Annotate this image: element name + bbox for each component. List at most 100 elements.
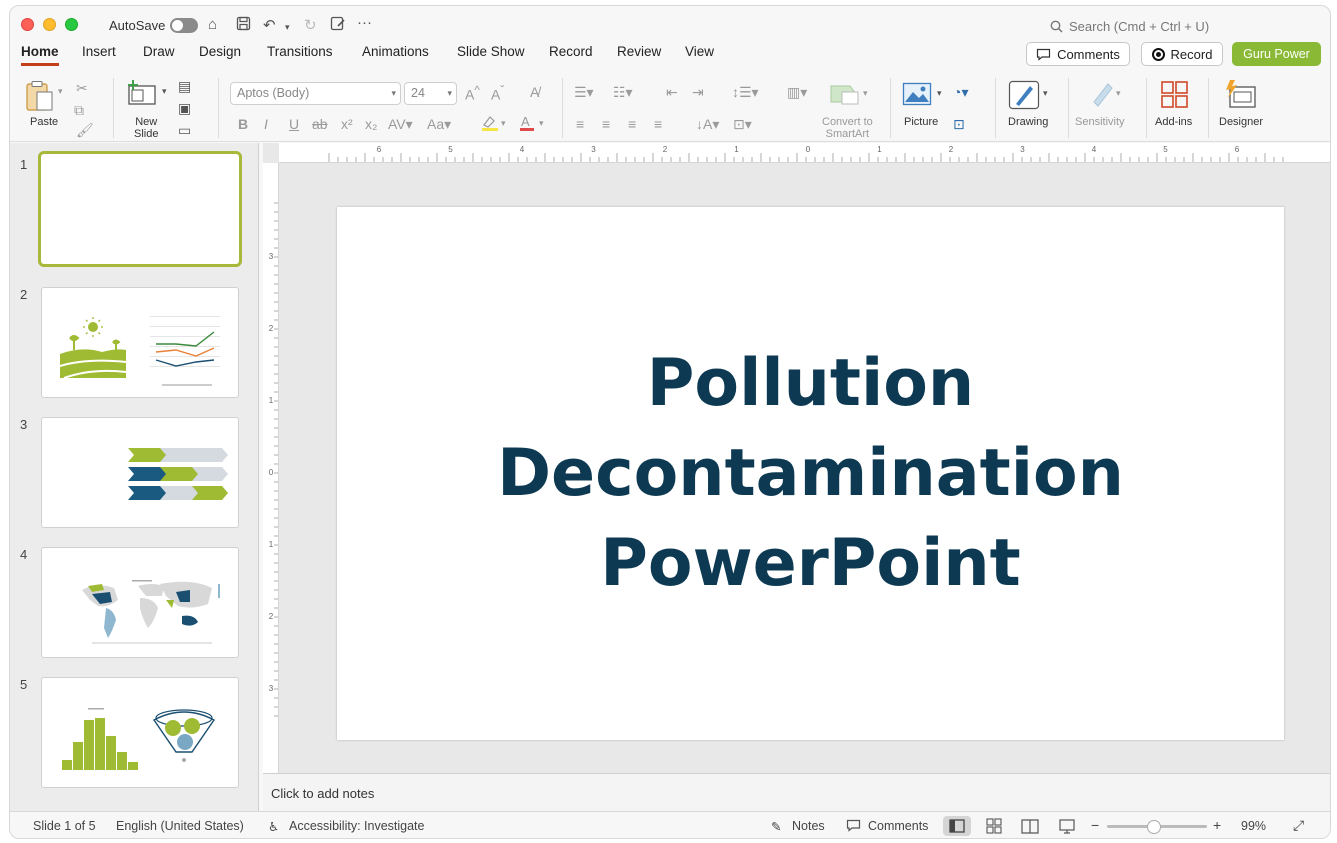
save-icon[interactable] — [236, 16, 251, 35]
font-size-select[interactable]: 24 ▾ — [404, 82, 457, 105]
text-direction-icon[interactable]: ↓A▾ — [696, 116, 719, 133]
minimize-window-button[interactable] — [43, 18, 56, 31]
notes-placeholder[interactable]: Click to add notes — [271, 786, 374, 801]
superscript-icon[interactable]: x² — [341, 116, 353, 132]
accessibility-icon[interactable]: ♿︎ — [268, 819, 279, 834]
notes-toggle[interactable]: Notes — [792, 819, 825, 833]
drawing-dropdown-icon[interactable]: ▾ — [1043, 88, 1048, 99]
slide-thumbnail-4[interactable] — [41, 547, 239, 658]
zoom-out-button[interactable]: − — [1091, 817, 1099, 833]
tab-insert[interactable]: Insert — [82, 44, 116, 63]
align-right-icon[interactable]: ≡ — [628, 116, 636, 132]
drawing-icon[interactable] — [1008, 80, 1040, 113]
current-slide[interactable]: Pollution Decontamination PowerPoint — [337, 207, 1284, 740]
copy-icon[interactable]: ⧉ — [74, 102, 84, 119]
autosave-toggle[interactable] — [170, 18, 198, 33]
align-center-icon[interactable]: ≡ — [602, 116, 610, 132]
slide-show-view-button[interactable] — [1053, 816, 1081, 836]
slide-title[interactable]: Pollution Decontamination PowerPoint — [461, 339, 1161, 609]
justify-icon[interactable]: ≡ — [654, 116, 662, 132]
tab-record[interactable]: Record — [549, 44, 593, 63]
text-box-icon[interactable]: ⊡ — [953, 116, 965, 133]
sensitivity-icon[interactable] — [1088, 80, 1116, 111]
language-status[interactable]: English (United States) — [116, 819, 244, 833]
reset-icon[interactable]: ▣ — [178, 100, 191, 117]
tab-transitions[interactable]: Transitions — [267, 44, 333, 63]
zoom-in-button[interactable]: + — [1213, 817, 1221, 833]
undo-dropdown-icon[interactable]: ▾ — [285, 22, 290, 33]
comments-status-icon[interactable] — [846, 819, 861, 835]
paste-dropdown-icon[interactable]: ▾ — [58, 86, 63, 97]
cut-icon[interactable]: ✂ — [76, 80, 88, 97]
comments-button[interactable]: Comments — [1026, 42, 1130, 66]
slide-thumbnail-1[interactable] — [38, 151, 242, 267]
line-spacing-icon[interactable]: ↕☰▾ — [732, 84, 759, 101]
layout-icon[interactable]: ▤ — [178, 78, 191, 95]
font-color-icon[interactable]: A ▾ — [518, 114, 548, 135]
columns-icon[interactable]: ▥▾ — [787, 84, 807, 101]
bold-icon[interactable]: B — [238, 116, 248, 132]
change-case-icon[interactable]: Aa▾ — [427, 116, 451, 133]
zoom-slider-handle[interactable] — [1147, 820, 1161, 834]
sensitivity-dropdown-icon[interactable]: ▾ — [1116, 88, 1121, 99]
highlight-icon[interactable]: ▾ — [480, 114, 510, 135]
shapes-icon[interactable]: ◔▾ — [953, 84, 968, 101]
normal-view-button[interactable] — [943, 816, 971, 836]
smartart-dropdown-icon[interactable]: ▾ — [863, 88, 868, 99]
tab-view[interactable]: View — [685, 44, 714, 63]
zoom-level[interactable]: 99% — [1241, 819, 1266, 833]
shrink-font-icon[interactable]: Aˇ — [491, 84, 504, 103]
subscript-icon[interactable]: x₂ — [365, 116, 377, 132]
bullets-icon[interactable]: ☰▾ — [574, 84, 594, 101]
increase-indent-icon[interactable]: ⇥ — [692, 84, 704, 101]
tab-design[interactable]: Design — [199, 44, 241, 63]
align-text-icon[interactable]: ⊡▾ — [733, 116, 752, 133]
designer-icon[interactable] — [1224, 78, 1258, 113]
font-name-select[interactable]: Aptos (Body) ▾ — [230, 82, 401, 105]
new-slide-dropdown-icon[interactable]: ▾ — [162, 86, 167, 97]
reading-view-button[interactable] — [1016, 816, 1044, 836]
section-icon[interactable]: ▭ — [178, 122, 191, 139]
fit-to-window-icon[interactable]: ⤢ — [1293, 817, 1304, 834]
customize-icon[interactable] — [330, 16, 346, 35]
close-window-button[interactable] — [21, 18, 34, 31]
convert-smartart-icon[interactable] — [828, 82, 864, 111]
slide-thumbnail-2[interactable] — [41, 287, 239, 398]
guru-power-button[interactable]: Guru Power — [1232, 42, 1321, 66]
italic-icon[interactable]: I — [264, 116, 268, 132]
numbering-icon[interactable]: ☷▾ — [613, 84, 633, 101]
home-icon[interactable]: ⌂ — [208, 16, 217, 33]
zoom-window-button[interactable] — [65, 18, 78, 31]
picture-dropdown-icon[interactable]: ▾ — [937, 88, 942, 99]
clear-formatting-icon[interactable]: A̸ — [530, 84, 539, 100]
accessibility-status[interactable]: Accessibility: Investigate — [289, 819, 424, 833]
align-left-icon[interactable]: ≡ — [576, 116, 584, 132]
more-options-icon[interactable]: ··· — [357, 14, 372, 31]
notes-pane[interactable]: Click to add notes — [263, 773, 1330, 811]
underline-icon[interactable]: U — [289, 116, 299, 132]
ribbon-home: ▾ Paste ✂ ⧉ 🖌 ▾ New Slide ▤ ▣ ▭ Aptos (B… — [10, 72, 1330, 142]
search-box[interactable]: Search (Cmd + Ctrl + U) — [1050, 19, 1209, 34]
slide-sorter-view-button[interactable] — [980, 816, 1008, 836]
strikethrough-icon[interactable]: ab — [312, 116, 328, 132]
tab-slide-show[interactable]: Slide Show — [457, 44, 525, 63]
slide-thumbnail-5[interactable] — [41, 677, 239, 788]
slide-thumbnail-3[interactable] — [41, 417, 239, 528]
undo-icon[interactable]: ↶ — [263, 16, 276, 34]
tab-review[interactable]: Review — [617, 44, 661, 63]
add-ins-icon[interactable] — [1160, 80, 1190, 113]
notes-icon[interactable]: ✎ — [771, 819, 781, 834]
picture-icon[interactable] — [902, 82, 932, 109]
redo-icon[interactable]: ↻ — [304, 16, 317, 34]
record-button[interactable]: Record — [1141, 42, 1223, 66]
comments-toggle[interactable]: Comments — [868, 819, 928, 833]
paste-icon[interactable] — [24, 80, 58, 115]
grow-font-icon[interactable]: A^ — [465, 84, 480, 103]
decrease-indent-icon[interactable]: ⇤ — [666, 84, 678, 101]
character-spacing-icon[interactable]: AV▾ — [388, 116, 413, 133]
format-painter-icon[interactable]: 🖌 — [76, 122, 94, 139]
tab-animations[interactable]: Animations — [362, 44, 429, 63]
new-slide-icon[interactable] — [127, 80, 157, 109]
tab-home[interactable]: Home — [21, 44, 59, 66]
tab-draw[interactable]: Draw — [143, 44, 175, 63]
